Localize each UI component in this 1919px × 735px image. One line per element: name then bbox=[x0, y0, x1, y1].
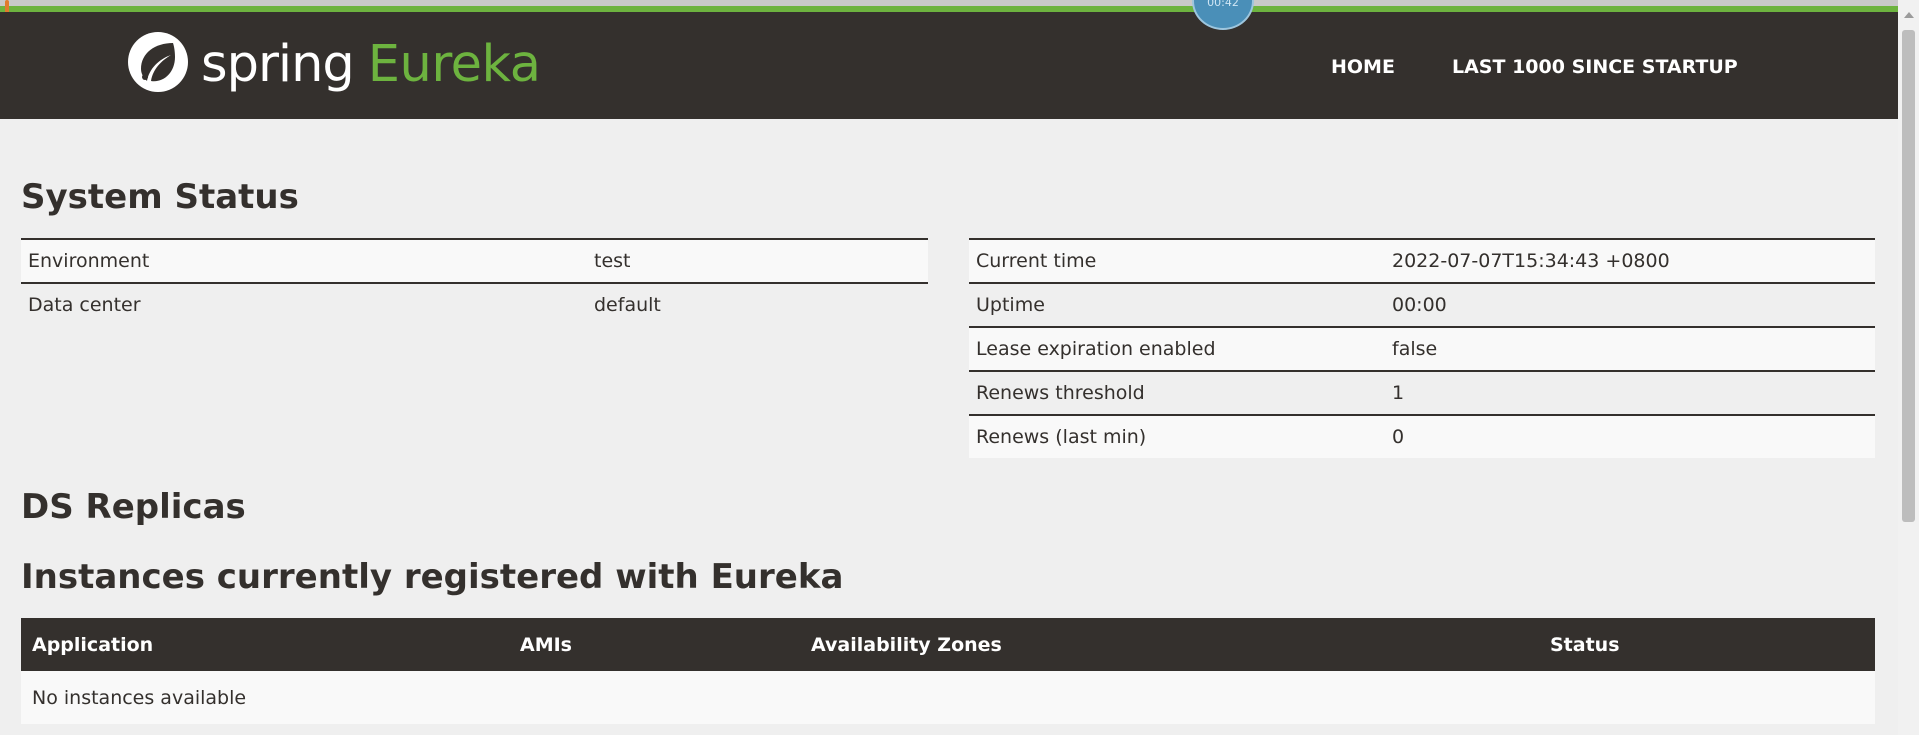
table-row: Renews (last min) 0 bbox=[969, 414, 1875, 458]
instances-table: Application AMIs Availability Zones Stat… bbox=[21, 618, 1875, 724]
status-label: Environment bbox=[21, 238, 587, 283]
brand-eureka-text: Eureka bbox=[367, 34, 541, 94]
table-row: Environment test bbox=[21, 238, 928, 283]
status-label: Current time bbox=[969, 238, 1385, 283]
table-row: Current time 2022-07-07T15:34:43 +0800 bbox=[969, 238, 1875, 283]
status-value: false bbox=[1385, 326, 1875, 371]
system-status-left-table: Environment test Data center default bbox=[21, 238, 928, 326]
column-header-application: Application bbox=[21, 618, 509, 671]
table-row: Renews threshold 1 bbox=[969, 370, 1875, 415]
scrollbar-thumb[interactable] bbox=[1902, 30, 1915, 522]
column-header-status: Status bbox=[1539, 618, 1875, 671]
table-header-row: Application AMIs Availability Zones Stat… bbox=[21, 618, 1875, 671]
status-value: default bbox=[587, 282, 928, 326]
status-label: Renews threshold bbox=[969, 370, 1385, 415]
instances-heading: Instances currently registered with Eure… bbox=[21, 557, 844, 597]
vertical-scrollbar[interactable] bbox=[1898, 0, 1919, 735]
system-status-right-table: Current time 2022-07-07T15:34:43 +0800 U… bbox=[969, 238, 1875, 458]
status-label: Data center bbox=[21, 282, 587, 326]
system-status-heading: System Status bbox=[21, 177, 299, 217]
nav-home-link[interactable]: HOME bbox=[1331, 56, 1395, 78]
status-label: Renews (last min) bbox=[969, 414, 1385, 458]
status-label: Uptime bbox=[969, 282, 1385, 327]
status-value: 0 bbox=[1385, 414, 1875, 458]
status-value: 1 bbox=[1385, 370, 1875, 415]
status-value: 00:00 bbox=[1385, 282, 1875, 327]
no-instances-message: No instances available bbox=[21, 671, 1875, 724]
column-header-availability-zones: Availability Zones bbox=[800, 618, 1539, 671]
status-label: Lease expiration enabled bbox=[969, 326, 1385, 371]
browser-progress-bar bbox=[0, 0, 1898, 6]
nav-last-1000-link[interactable]: LAST 1000 SINCE STARTUP bbox=[1452, 56, 1738, 78]
status-value: 2022-07-07T15:34:43 +0800 bbox=[1385, 238, 1875, 283]
brand-spring-text: spring bbox=[201, 34, 355, 94]
table-row: No instances available bbox=[21, 671, 1875, 724]
spring-leaf-icon bbox=[125, 29, 191, 99]
table-row: Lease expiration enabled false bbox=[969, 326, 1875, 371]
table-row: Data center default bbox=[21, 282, 928, 326]
status-value: test bbox=[587, 238, 928, 283]
spring-eureka-logo[interactable]: spring Eureka bbox=[125, 29, 541, 99]
navbar: spring Eureka HOME LAST 1000 SINCE START… bbox=[0, 12, 1898, 119]
scroll-up-arrow-icon[interactable] bbox=[1904, 12, 1914, 18]
ds-replicas-heading: DS Replicas bbox=[21, 487, 246, 527]
table-row: Uptime 00:00 bbox=[969, 282, 1875, 327]
column-header-amis: AMIs bbox=[509, 618, 800, 671]
